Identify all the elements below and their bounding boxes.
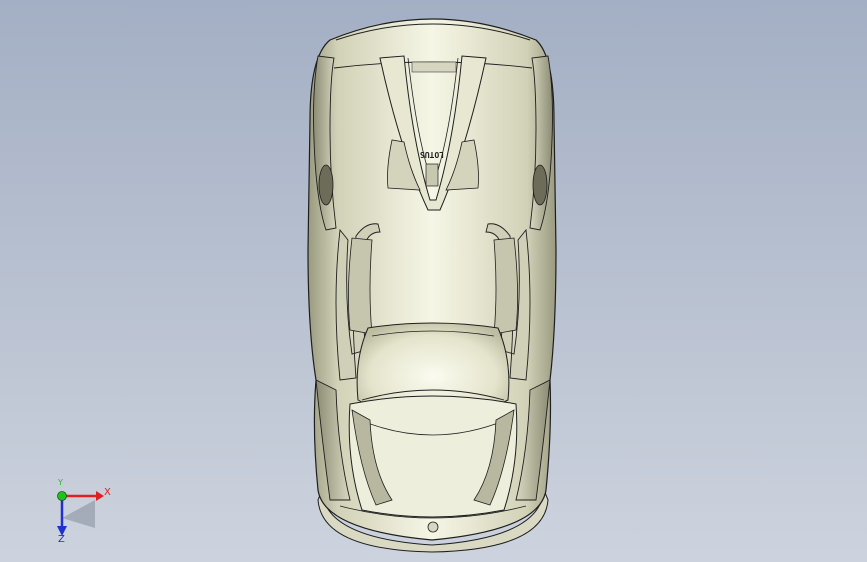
y-axis-dot [57, 491, 67, 501]
front-tow-hole [427, 521, 439, 533]
x-axis-label: X [104, 487, 111, 498]
right-side-intake [532, 164, 548, 206]
rear-slot [411, 61, 457, 73]
left-side-intake [318, 164, 334, 206]
badge-plate [425, 163, 439, 187]
coordinate-triad: X Y Z [40, 478, 120, 548]
lotus-badge: LOTUS [420, 150, 444, 159]
left-door-panel [348, 237, 373, 335]
z-axis-label: Z [58, 534, 65, 545]
y-axis-label: Y [58, 478, 63, 487]
right-door-panel [493, 237, 518, 335]
triad-shadow [62, 500, 95, 528]
graphics-viewport[interactable]: LOTUS X Y Z [0, 0, 867, 562]
car-model-top-view[interactable]: LOTUS [0, 0, 867, 562]
x-axis-head [96, 491, 104, 501]
